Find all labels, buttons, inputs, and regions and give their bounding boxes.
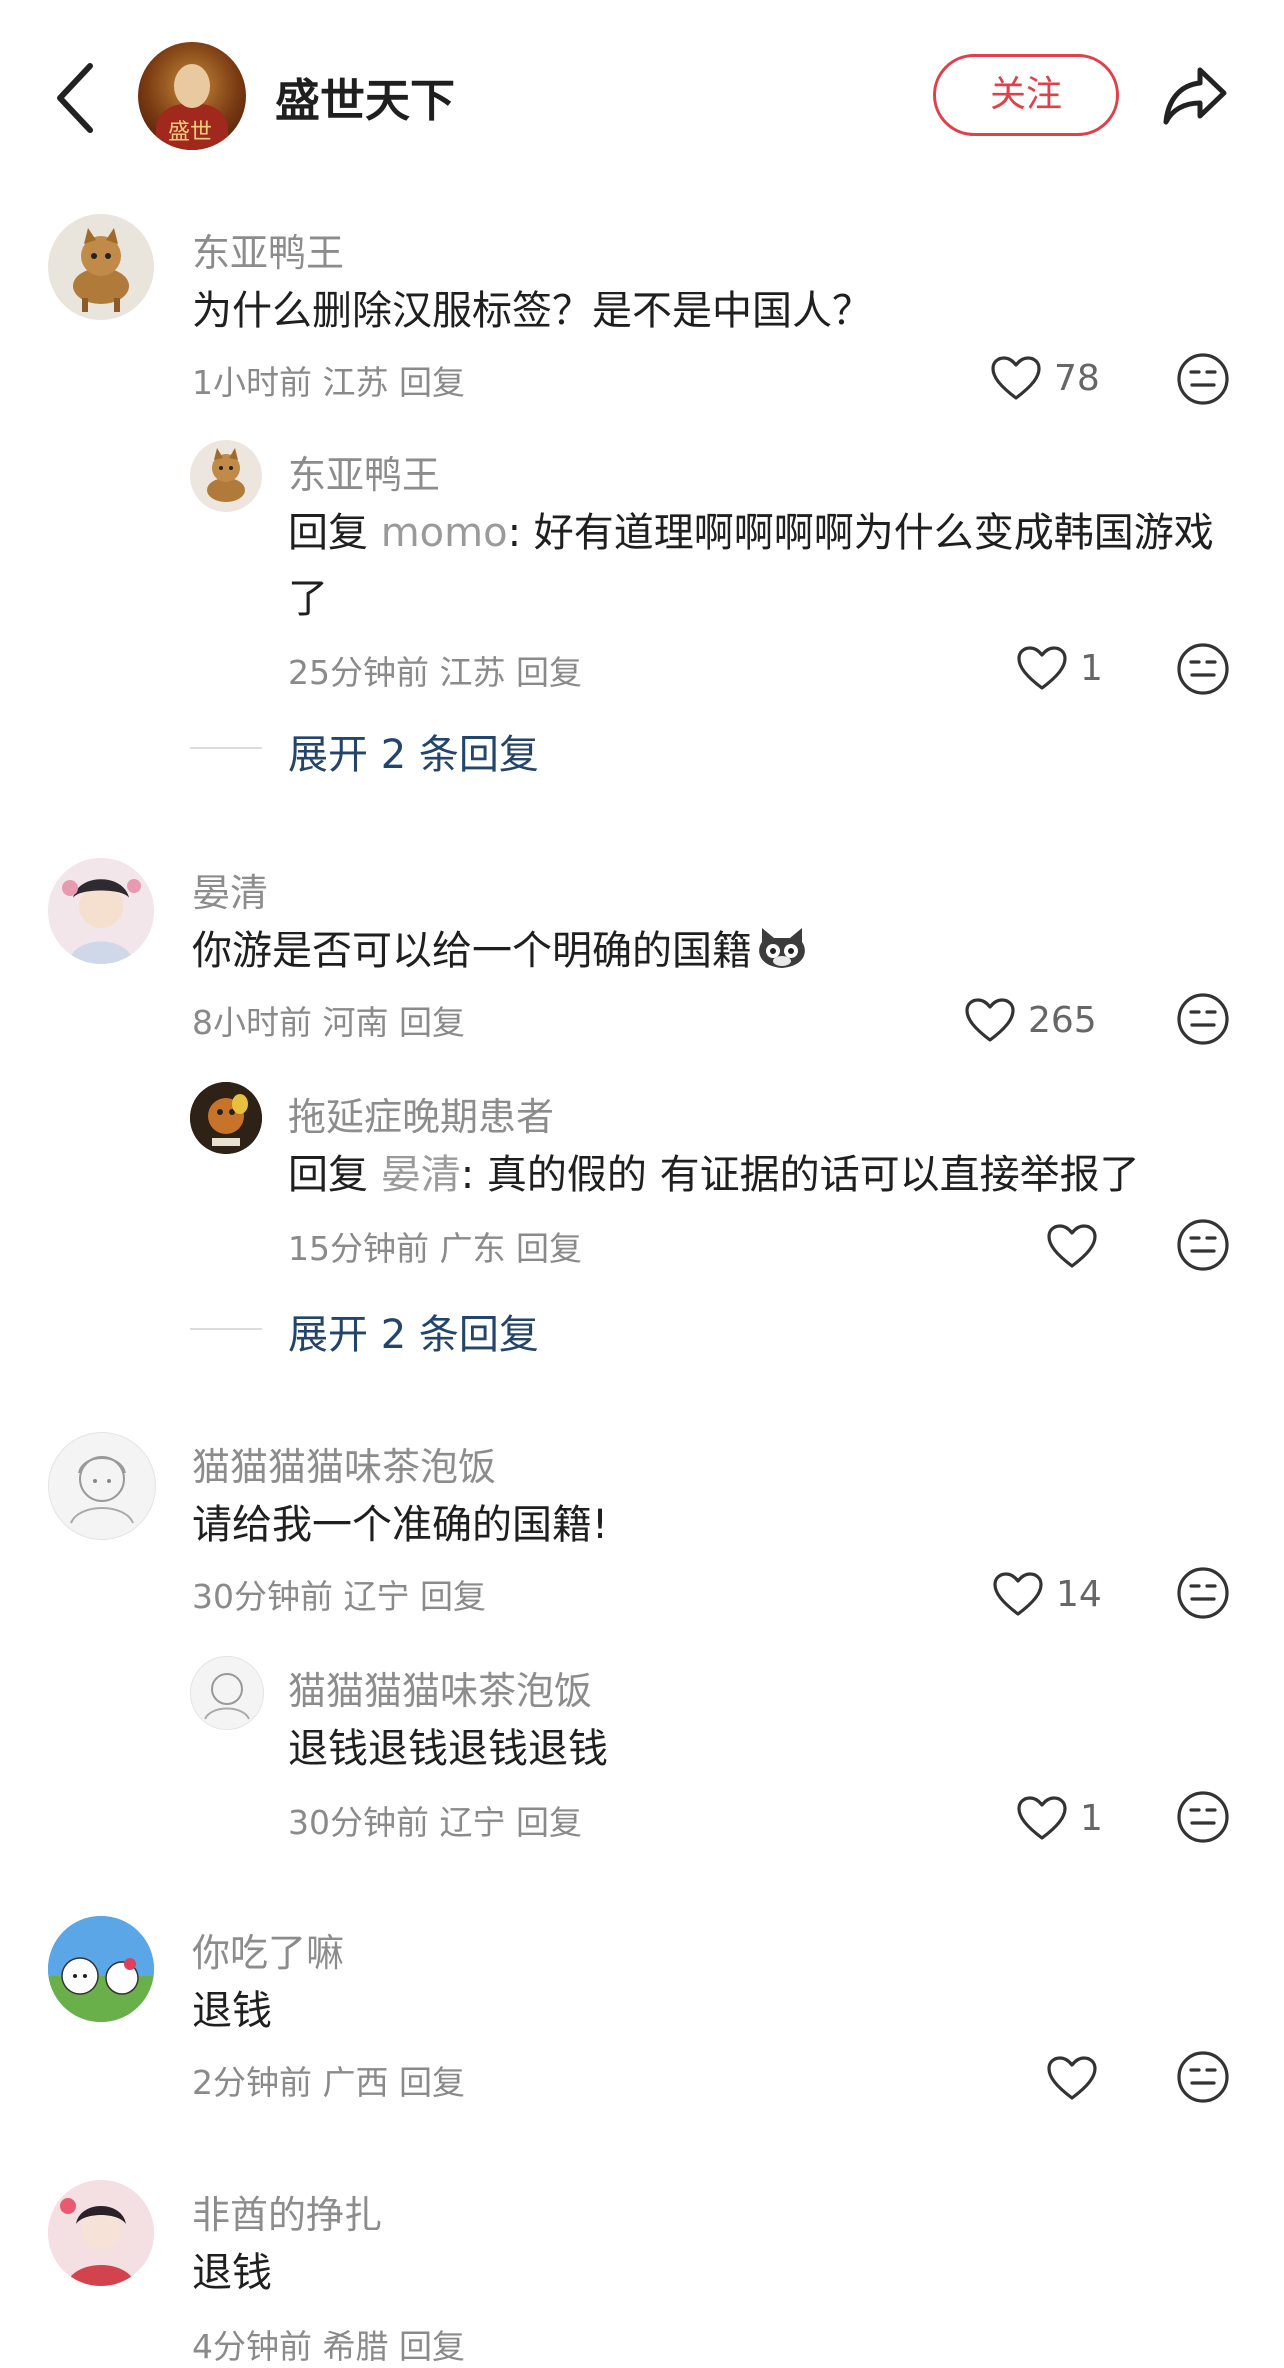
username[interactable]: 晏清 (192, 862, 268, 917)
comment-meta[interactable]: 4分钟前 希腊 回复 (192, 2320, 465, 2368)
like-button[interactable]: 78 (990, 348, 1100, 408)
reply-prefix: 回复 (288, 1152, 381, 1198)
expand-replies-button[interactable]: 展开 2 条回复 (288, 722, 539, 780)
user-avatar[interactable] (48, 858, 154, 964)
reply-user-avatar[interactable] (190, 1656, 264, 1730)
comment-text: 退钱 (192, 2250, 272, 2296)
heart-icon (990, 355, 1042, 401)
user-avatar[interactable] (48, 1916, 154, 2022)
reply-user-avatar[interactable] (190, 1082, 262, 1154)
username[interactable]: 你吃了嘛 (192, 1922, 344, 1977)
heart-icon (1016, 645, 1068, 691)
reply-body: : 真的假的 有证据的话可以直接举报了 (460, 1152, 1140, 1198)
reply-meta[interactable]: 25分钟前 江苏 回复 (288, 646, 582, 694)
like-button[interactable] (1046, 2048, 1098, 2108)
reply-text: 回复 晏清: 真的假的 有证据的话可以直接举报了 (288, 1142, 1140, 1208)
cat-emoji-icon (759, 928, 805, 968)
reply-like-button[interactable]: 1 (1016, 638, 1103, 698)
username[interactable]: 非酋的挣扎 (192, 2184, 382, 2239)
reply-like-button[interactable]: 1 (1016, 1788, 1103, 1848)
emoji-icon[interactable] (1176, 1218, 1230, 1272)
reply-username[interactable]: 拖延症晚期患者 (288, 1086, 554, 1141)
user-avatar[interactable] (48, 2180, 154, 2286)
comment-meta[interactable]: 8小时前 河南 回复 (192, 996, 465, 1044)
reply-mention[interactable]: momo (381, 510, 508, 556)
expand-divider (190, 1328, 262, 1330)
reply-meta[interactable]: 15分钟前 广东 回复 (288, 1222, 582, 1270)
reply-text: 回复 momo: 好有道理啊啊啊啊为什么变成韩国游戏 (288, 500, 1214, 566)
emoji-icon[interactable] (1176, 992, 1230, 1046)
user-avatar[interactable] (48, 214, 154, 320)
username[interactable]: 猫猫猫猫味茶泡饭 (192, 1436, 496, 1491)
reply-meta[interactable]: 30分钟前 辽宁 回复 (288, 1796, 582, 1844)
expand-replies-button[interactable]: 展开 2 条回复 (288, 1302, 539, 1360)
comment-text: 退钱 (192, 1988, 272, 2034)
top-bar: 盛世 盛世天下 关注 (0, 0, 1284, 190)
heart-icon (1016, 1795, 1068, 1841)
like-button[interactable]: 265 (964, 990, 1097, 1050)
like-count: 14 (1056, 1573, 1102, 1615)
page-title: 盛世天下 (275, 74, 456, 127)
reply-user-avatar[interactable] (190, 440, 262, 512)
emoji-icon[interactable] (1176, 352, 1230, 406)
heart-icon (1046, 1223, 1098, 1269)
comment-body: 你游是否可以给一个明确的国籍 (192, 928, 752, 974)
comment-text: 请给我一个准确的国籍! (192, 1502, 609, 1548)
like-count: 1 (1080, 647, 1103, 689)
emoji-icon[interactable] (1176, 642, 1230, 696)
reply-prefix: 回复 (288, 510, 381, 556)
comment-meta[interactable]: 2分钟前 广西 回复 (192, 2056, 465, 2104)
comment-text: 为什么删除汉服标签？是不是中国人？ (192, 288, 872, 334)
emoji-icon[interactable] (1176, 1790, 1230, 1844)
follow-button[interactable]: 关注 (933, 54, 1119, 136)
emoji-icon[interactable] (1176, 2050, 1230, 2104)
heart-icon (992, 1571, 1044, 1617)
like-count: 78 (1054, 357, 1100, 399)
like-button[interactable]: 14 (992, 1564, 1102, 1624)
heart-icon (1046, 2055, 1098, 2101)
back-icon[interactable] (50, 58, 100, 138)
heart-icon (964, 997, 1016, 1043)
reply-text: 退钱退钱退钱退钱 (288, 1726, 608, 1772)
avatar-logo-text: 盛世 (168, 120, 213, 145)
like-count: 1 (1080, 1797, 1103, 1839)
emoji-icon[interactable] (1176, 1566, 1230, 1620)
comment-meta[interactable]: 1小时前 江苏 回复 (192, 356, 465, 404)
expand-divider (190, 747, 262, 749)
username[interactable]: 东亚鸭王 (192, 222, 344, 277)
user-avatar[interactable] (48, 1432, 156, 1540)
reply-like-button[interactable] (1046, 1216, 1098, 1276)
like-count: 265 (1028, 999, 1097, 1041)
comment-text: 你游是否可以给一个明确的国籍 (192, 918, 810, 984)
reply-body: : 好有道理啊啊啊啊为什么变成韩国游戏 (507, 510, 1214, 556)
reply-username[interactable]: 猫猫猫猫味茶泡饭 (288, 1660, 592, 1715)
reply-username[interactable]: 东亚鸭王 (288, 444, 440, 499)
reply-mention[interactable]: 晏清 (381, 1152, 461, 1198)
comment-meta[interactable]: 30分钟前 辽宁 回复 (192, 1570, 486, 1618)
share-icon[interactable] (1160, 60, 1230, 130)
channel-avatar[interactable]: 盛世 (138, 42, 246, 150)
reply-text-continued: 了 (288, 576, 328, 622)
